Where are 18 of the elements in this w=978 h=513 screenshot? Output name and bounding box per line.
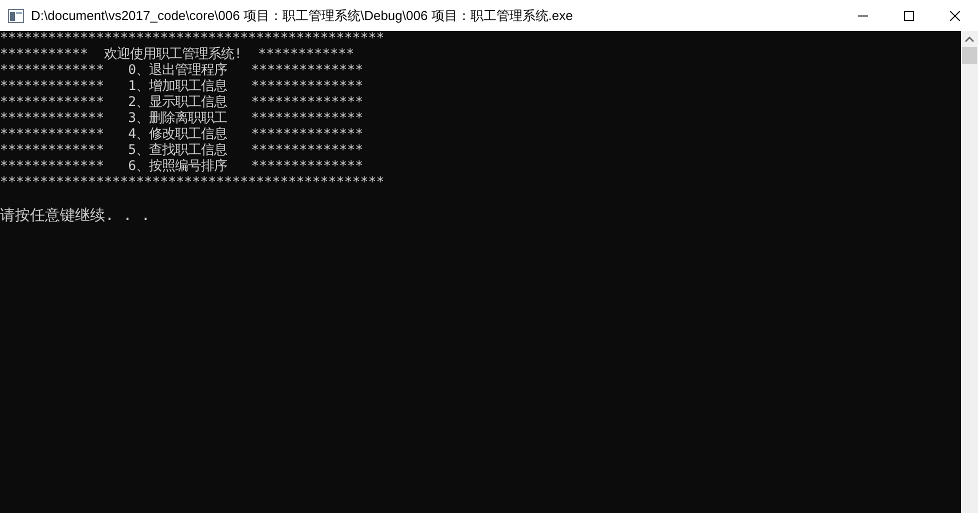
- maximize-icon: [904, 10, 914, 20]
- console-line: ************* 6、按照编号排序 **************: [0, 159, 364, 174]
- console-line: ************* 4、修改职工信息 **************: [0, 127, 364, 142]
- console-line: ************* 5、查找职工信息 **************: [0, 143, 364, 158]
- scrollbar-thumb[interactable]: [962, 47, 977, 64]
- scroll-up-icon[interactable]: [965, 36, 974, 42]
- console-line: ************************************************: [0, 175, 384, 190]
- console-line: *********** 欢迎使用职工管理系统! ************: [0, 47, 354, 62]
- console-app-icon: [8, 8, 24, 22]
- console-prompt: 请按任意键继续. . .: [0, 206, 150, 224]
- scrollbar[interactable]: [961, 31, 978, 513]
- console-line: ************* 0、退出管理程序 **************: [0, 63, 364, 78]
- close-icon: [950, 10, 960, 20]
- console-line: ************************************************: [0, 31, 384, 46]
- window-title: D:\document\vs2017_code\core\006 项目：职工管理系统\Debug\006 项目：职工管理系统.exe: [31, 6, 573, 25]
- console-line: ************* 1、增加职工信息 **************: [0, 79, 364, 94]
- console-line: ************* 3、删除离职职工 **************: [0, 111, 364, 126]
- console-line: ************* 2、显示职工信息 **************: [0, 95, 364, 110]
